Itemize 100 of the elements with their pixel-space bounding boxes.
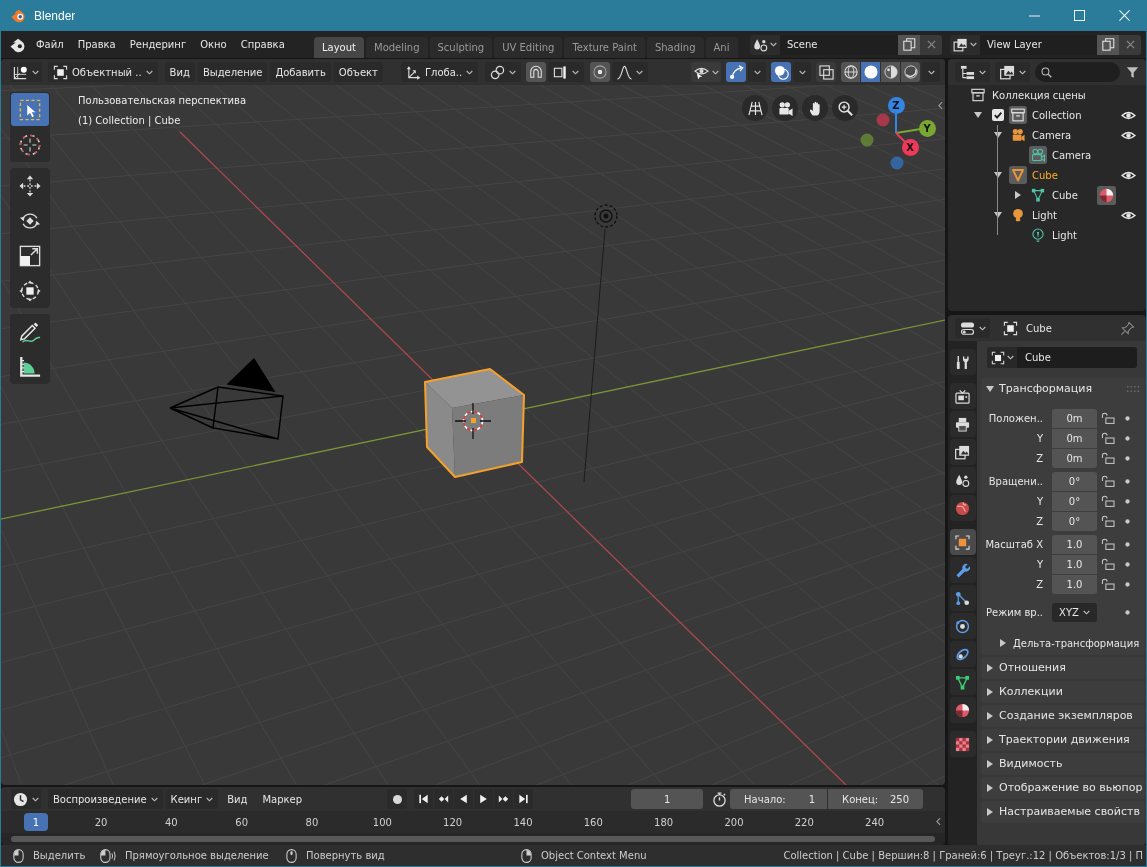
camera-outline-icon[interactable] [1029, 146, 1047, 164]
collection-box-icon[interactable] [1009, 106, 1027, 124]
jump-end-button[interactable] [514, 789, 534, 809]
menu-item[interactable]: Справка [233, 34, 292, 55]
unlock-icon[interactable] [1101, 452, 1115, 464]
dropdown-button[interactable] [922, 62, 940, 82]
properties-tab[interactable] [949, 669, 976, 695]
menu-item[interactable]: Выделение [197, 62, 268, 82]
unlock-icon[interactable] [1101, 538, 1115, 550]
autokey-button[interactable] [387, 789, 408, 809]
axis-handle[interactable]: Z [887, 96, 905, 114]
properties-tab[interactable] [949, 439, 976, 465]
play-reverse-button[interactable] [454, 789, 474, 809]
menu-item[interactable]: Добавить [270, 62, 331, 82]
unlock-icon[interactable] [1101, 558, 1115, 570]
panel-header[interactable]: Отношения [981, 657, 1145, 679]
workspace-tab[interactable]: Texture Paint [564, 37, 645, 58]
workspace-tab[interactable]: Ani [705, 37, 738, 58]
tree-item-label[interactable]: Cube [1052, 187, 1078, 203]
falloff-dropdown[interactable] [612, 62, 649, 82]
workspace-tab[interactable]: UV Editing [494, 37, 563, 58]
current-frame-badge[interactable]: 1 [24, 813, 48, 831]
keyframe-dot-icon[interactable] [1125, 435, 1130, 441]
perspective-toggle[interactable] [742, 95, 768, 121]
arrow-down-icon[interactable] [994, 132, 1002, 138]
drag-handle-icon[interactable] [1127, 386, 1139, 392]
axis-handle[interactable]: Y [918, 119, 936, 137]
keyframe-dot-icon[interactable] [1125, 518, 1130, 524]
triangle-icon[interactable] [1009, 166, 1027, 184]
tree-item-label[interactable]: Light [1052, 227, 1077, 243]
funnel-icon[interactable] [1126, 65, 1139, 79]
overlay-toggle[interactable] [771, 62, 791, 82]
unlink-button[interactable] [1119, 34, 1141, 55]
keyframe-dot-icon[interactable] [1125, 415, 1130, 421]
panel-header[interactable]: Трансформация [981, 378, 1145, 400]
number-field[interactable]: 1.0 [1052, 574, 1097, 594]
unlock-icon[interactable] [1101, 475, 1115, 487]
movie-camera-icon[interactable] [1011, 128, 1025, 142]
panel-header[interactable]: Траектории движения [981, 729, 1145, 751]
menu-item[interactable]: Правка [70, 34, 123, 55]
shading-mode-button[interactable] [861, 62, 880, 82]
tree-item-label[interactable]: Коллекция сцены [992, 87, 1086, 103]
arrow-down-icon[interactable] [994, 172, 1002, 178]
tree-item-label[interactable]: Light [1032, 207, 1057, 223]
unlock-icon[interactable] [1101, 578, 1115, 590]
menu-item[interactable]: Объект [333, 62, 383, 82]
arrow-down-icon[interactable] [974, 112, 982, 118]
arrow-right-icon[interactable] [987, 760, 993, 768]
arrow-right-icon[interactable] [987, 736, 993, 744]
browse-dropdown[interactable] [750, 34, 780, 55]
previous-keyframe-button[interactable] [434, 789, 454, 809]
mesh-triangle-icon[interactable] [1031, 188, 1045, 202]
bulb-outline-icon[interactable] [1031, 228, 1045, 242]
proportional-edit-toggle[interactable] [590, 62, 611, 82]
keyframe-dot-icon[interactable] [1125, 498, 1130, 504]
arrow-right-icon[interactable] [987, 688, 993, 696]
view-layer-field[interactable]: View Layer [980, 34, 1097, 55]
menu-item[interactable]: Вид [164, 62, 195, 82]
shading-mode-button[interactable] [881, 62, 900, 82]
number-field[interactable]: 0m [1052, 428, 1097, 448]
unlock-icon[interactable] [1101, 495, 1115, 507]
copy-button[interactable] [1097, 34, 1119, 55]
properties-tab[interactable] [949, 349, 976, 375]
arrow-right-icon[interactable] [1000, 639, 1006, 647]
properties-tab[interactable] [949, 557, 976, 583]
workspace-tab[interactable]: Layout [314, 37, 364, 58]
subpanel-header[interactable]: Дельта-трансформация [981, 633, 1145, 653]
search-field[interactable] [1035, 62, 1120, 82]
object-name-field[interactable]: Cube [1017, 347, 1137, 368]
eye-icon[interactable] [1121, 209, 1136, 221]
editor-type-dropdown[interactable] [955, 318, 990, 338]
pivot-dropdown[interactable] [485, 62, 522, 82]
snap-target-dropdown[interactable] [548, 62, 585, 82]
end-frame-field[interactable]: Конец: 250 [828, 789, 924, 809]
frame-field[interactable]: 1 [631, 789, 704, 809]
properties-tab[interactable] [949, 731, 976, 757]
shading-mode-button[interactable] [901, 62, 920, 82]
pin-icon[interactable] [1120, 320, 1135, 336]
dropdown-button[interactable] [748, 62, 766, 82]
play-button[interactable] [474, 789, 494, 809]
horizontal-scrollbar[interactable] [11, 836, 935, 842]
menu-item[interactable]: Маркер [256, 789, 309, 809]
checkbox[interactable] [992, 109, 1004, 121]
jump-start-button[interactable] [414, 789, 434, 809]
keyframe-dot-icon[interactable] [1125, 455, 1130, 461]
properties-tab[interactable] [949, 613, 976, 639]
number-field[interactable]: 0m [1052, 448, 1097, 468]
number-field[interactable]: 0° [1052, 511, 1097, 531]
arrow-right-icon[interactable] [987, 808, 993, 816]
menu-item[interactable]: Файл [29, 34, 71, 55]
properties-tab[interactable] [949, 411, 976, 437]
panel-header[interactable]: Коллекции [981, 681, 1145, 703]
properties-tab[interactable] [949, 467, 976, 493]
axis-handle[interactable]: X [901, 138, 919, 156]
number-field[interactable]: 0m [1052, 408, 1097, 428]
eye-icon[interactable] [1121, 129, 1136, 141]
unlock-icon[interactable] [1101, 432, 1115, 444]
unlock-icon[interactable] [1101, 412, 1115, 424]
workspace-tab[interactable]: Sculpting [429, 37, 493, 58]
number-field[interactable]: 1.0 [1052, 554, 1097, 574]
